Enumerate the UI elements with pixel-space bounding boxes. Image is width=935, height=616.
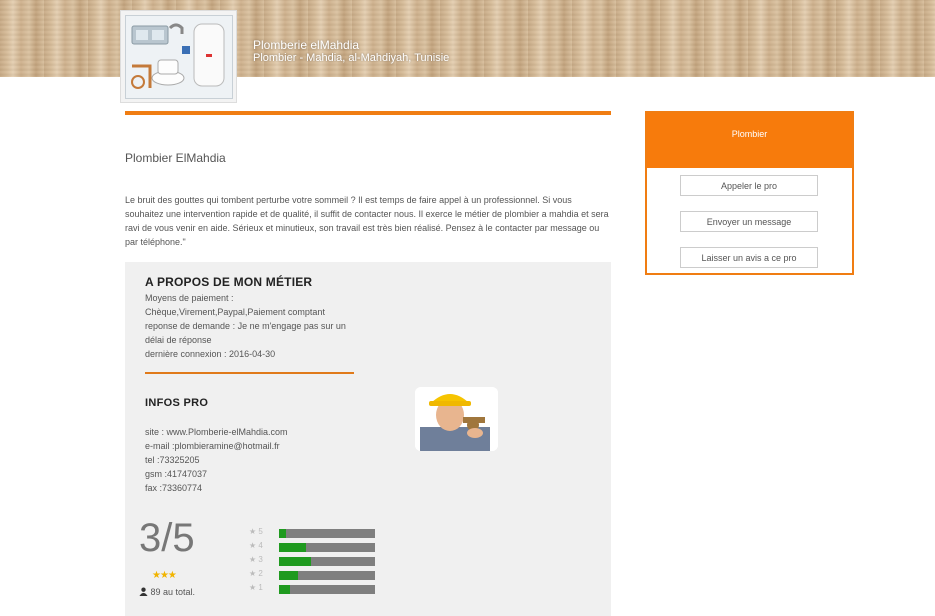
contact-box-heading: Plombier: [647, 113, 852, 168]
user-icon: [139, 587, 148, 596]
rating-bar-row: ★ 3: [249, 555, 379, 566]
rating-score: 3/5: [139, 516, 195, 560]
page-title: Plombier ElMahdia: [125, 151, 226, 165]
about-title: A PROPOS DE MON MÉTIER: [145, 275, 313, 289]
rating-bar-track: [279, 529, 375, 538]
fax-number: fax :73360774: [145, 483, 203, 493]
site-link[interactable]: site : www.Plomberie-elMahdia.com: [145, 425, 288, 439]
business-logo: [120, 10, 237, 103]
rating-stars-icon: ★★★: [152, 570, 177, 581]
rating-bar-fill: [279, 585, 290, 594]
rating-bar-fill: [279, 571, 298, 580]
call-pro-button[interactable]: Appeler le pro: [680, 175, 818, 196]
rating-bar-track: [279, 571, 375, 580]
last-login: dernière connexion : 2016-04-30: [145, 349, 276, 359]
tel-number: tel :73325205: [145, 455, 200, 465]
rating-bar-row: ★ 1: [249, 583, 379, 594]
title-divider: [125, 111, 611, 115]
rating-bar-track: [279, 543, 375, 552]
rating-bar-label: ★ 5: [249, 527, 263, 536]
payment-methods: Chèque,Virement,Paypal,Paiement comptant: [145, 307, 325, 317]
rating-bar-row: ★ 4: [249, 541, 379, 552]
infos-title: INFOS PRO: [145, 397, 209, 409]
rating-bar-label: ★ 2: [249, 569, 263, 578]
payment-label: Moyens de paiement :: [145, 293, 234, 303]
gsm-number: gsm :41747037: [145, 469, 208, 479]
rating-bar-track: [279, 585, 375, 594]
about-details: Moyens de paiement : Chèque,Virement,Pay…: [145, 291, 365, 361]
rating-total-text: 89 au total.: [150, 587, 196, 597]
business-subtitle: Plombier - Mahdia, al-Mahdiyah, Tunisie: [253, 52, 450, 64]
rating-bar-fill: [279, 543, 306, 552]
plumber-photo: [415, 387, 498, 451]
rating-total: 89 au total.: [139, 587, 195, 597]
rating-bar-label: ★ 3: [249, 555, 263, 564]
business-name: Plomberie elMahdia: [253, 38, 360, 52]
contact-box: Plombier Appeler le pro Envoyer un messa…: [645, 111, 854, 275]
rating-bar-fill: [279, 529, 286, 538]
rating-bar-track: [279, 557, 375, 566]
rating-bar-label: ★ 4: [249, 541, 263, 550]
rating-bar-label: ★ 1: [249, 583, 263, 592]
leave-review-button[interactable]: Laisser un avis a ce pro: [680, 247, 818, 268]
infos-details: site : www.Plomberie-elMahdia.com e-mail…: [145, 425, 288, 495]
send-message-button[interactable]: Envoyer un message: [680, 211, 818, 232]
response-line: reponse de demande : Je ne m'engage pas …: [145, 321, 346, 331]
description: Le bruit des gouttes qui tombent perturb…: [125, 195, 609, 247]
rating-bar-row: ★ 2: [249, 569, 379, 580]
rating-bar-fill: [279, 557, 311, 566]
email-link[interactable]: e-mail :plombieramine@hotmail.fr: [145, 439, 288, 453]
rating-bar-row: ★ 5: [249, 527, 379, 538]
about-divider: [145, 372, 354, 374]
response-line-cont: délai de réponse: [145, 335, 212, 345]
